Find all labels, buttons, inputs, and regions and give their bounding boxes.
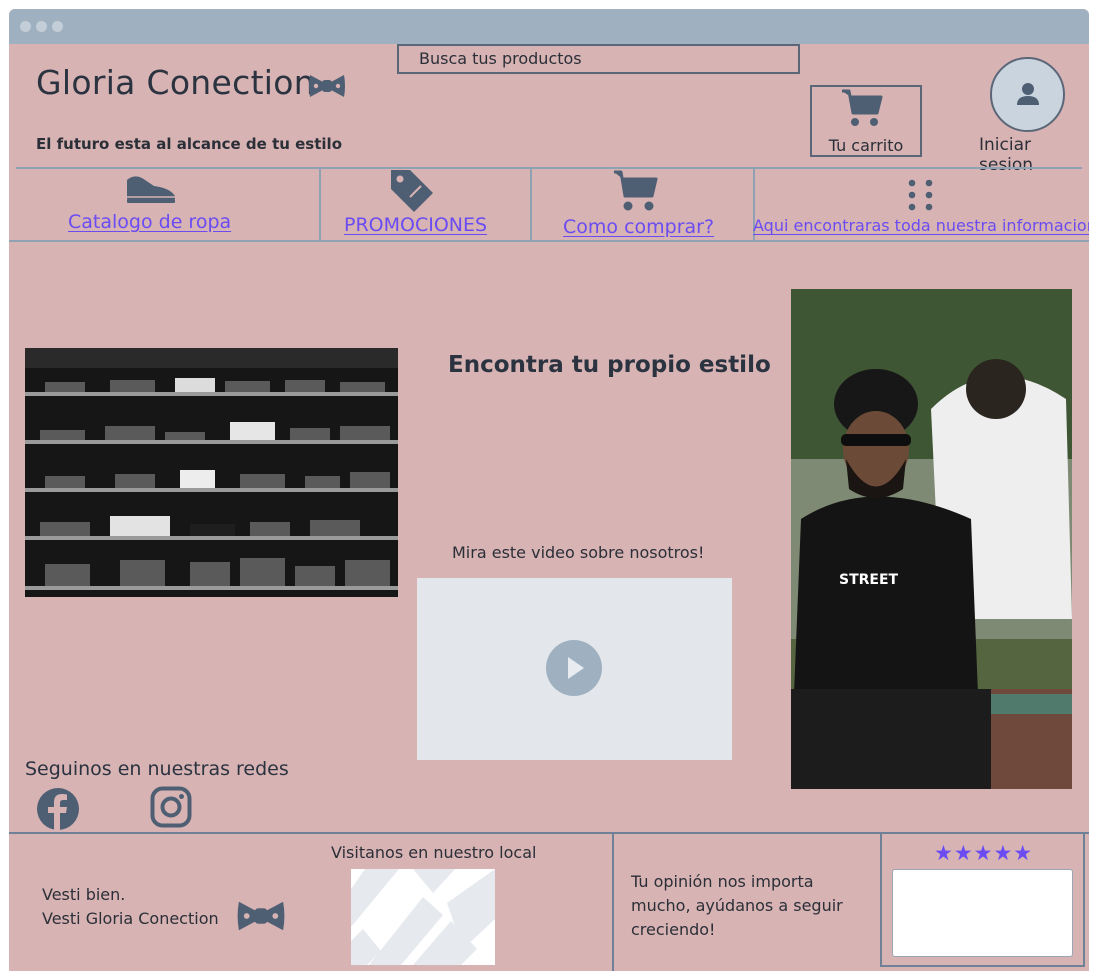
nav-divider — [319, 168, 321, 241]
footer-motto: Vesti bien. Vesti Gloria Conection — [42, 883, 219, 931]
title-bar — [9, 9, 1089, 44]
clothing-shelves-photo — [25, 348, 398, 597]
tag-icon — [391, 170, 433, 212]
facebook-icon[interactable] — [36, 787, 80, 831]
nav-divider — [530, 168, 532, 241]
footer-divider — [612, 833, 614, 971]
motto-line: Vesti bien. — [42, 885, 126, 904]
instagram-icon[interactable] — [150, 786, 192, 828]
window-dot[interactable] — [20, 21, 31, 32]
video-caption: Mira este video sobre nosotros! — [452, 543, 705, 562]
nav-top-divider — [16, 167, 1082, 169]
shoe-icon — [127, 176, 175, 203]
play-button[interactable] — [546, 640, 602, 696]
avatar[interactable] — [990, 57, 1065, 132]
window-dot[interactable] — [52, 21, 63, 32]
play-icon — [568, 657, 584, 679]
brand-name: Gloria Conection — [36, 63, 315, 102]
cart-label: Tu carrito — [828, 136, 904, 155]
nav-how-to-buy-link[interactable]: Como comprar? — [563, 216, 714, 238]
cart-icon — [614, 170, 658, 211]
dots-grid-icon — [908, 179, 933, 211]
bow-tie-icon — [237, 901, 285, 931]
model-photo: STREET — [791, 289, 1072, 789]
search-input[interactable]: Busca tus productos — [397, 44, 800, 74]
user-icon — [1017, 83, 1039, 105]
location-map[interactable] — [351, 869, 495, 965]
social-title: Seguinos en nuestras redes — [25, 758, 289, 780]
nav-bottom-divider — [9, 240, 1089, 242]
map-streets — [351, 869, 495, 965]
motto-line: Vesti Gloria Conection — [42, 909, 219, 928]
svg-text:STREET: STREET — [839, 572, 899, 588]
nav-info-link[interactable]: Aqui encontraras toda nuestra informacio… — [753, 216, 1089, 235]
visit-title: Visitanos en nuestro local — [331, 843, 537, 862]
cart-icon — [842, 89, 883, 126]
bow-tie-icon — [309, 75, 345, 97]
nav-promotions-link[interactable]: PROMOCIONES — [344, 214, 487, 236]
login-link[interactable]: Iniciar sesion — [979, 135, 1089, 175]
nav-catalog-link[interactable]: Catalogo de ropa — [68, 211, 231, 233]
rating-panel: ★★★★★ — [880, 832, 1085, 967]
feedback-textarea[interactable] — [892, 869, 1073, 957]
brand-tagline: El futuro esta al alcance de tu estilo — [36, 135, 342, 153]
opinion-text: Tu opinión nos importa mucho, ayúdanos a… — [631, 872, 843, 939]
browser-window: Busca tus productos Gloria Conection El … — [9, 9, 1089, 971]
star-rating[interactable]: ★★★★★ — [934, 841, 1033, 865]
window-dot[interactable] — [36, 21, 47, 32]
cart-button[interactable]: Tu carrito — [810, 85, 922, 157]
video-player[interactable] — [417, 578, 732, 760]
page-headline: Encontra tu propio estilo — [448, 352, 771, 378]
